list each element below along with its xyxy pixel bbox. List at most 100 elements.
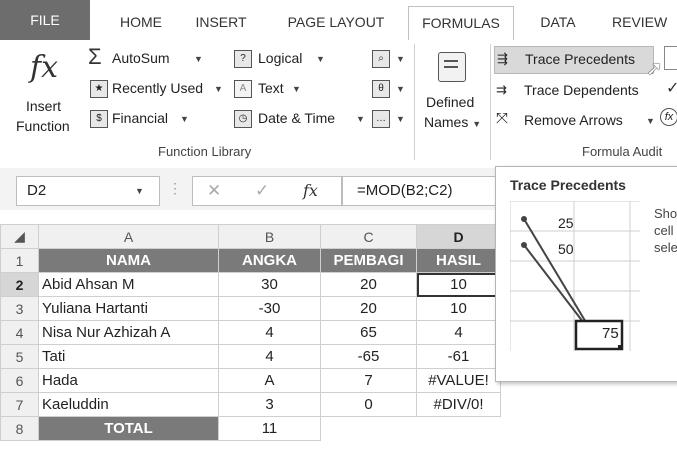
row-header[interactable]: 6 (0, 368, 39, 393)
text-button[interactable]: A Text ▼ (234, 78, 314, 100)
column-header-a[interactable]: A (38, 224, 219, 249)
insert-function-button[interactable]: fx Insert Function (6, 42, 82, 142)
recently-used-button[interactable]: ★ Recently Used ▼ (88, 78, 228, 100)
arrow-dot (521, 242, 527, 248)
cell-b5[interactable]: 4 (218, 344, 321, 369)
cell-d5[interactable]: -61 (416, 344, 501, 369)
math-trig-button[interactable]: θ ▼ (372, 78, 408, 100)
cell-a5[interactable]: Tati (38, 344, 219, 369)
table-row: 7 Kaeluddin 3 0 #DIV/0! (0, 392, 501, 417)
row-header[interactable]: 7 (0, 392, 39, 417)
cell-c2[interactable]: 20 (320, 272, 417, 297)
text-label: Text (258, 80, 284, 96)
group-separator (414, 44, 415, 160)
financial-label: Financial (112, 110, 169, 126)
cell-a3[interactable]: Yuliana Hartanti (38, 296, 219, 321)
cell-c7[interactable]: 0 (320, 392, 417, 417)
chevron-down-icon: ▼ (214, 84, 223, 94)
row-header[interactable]: 3 (0, 296, 39, 321)
cancel-icon[interactable]: ✕ (207, 181, 221, 201)
cell-d6[interactable]: #VALUE! (416, 368, 501, 393)
row-header[interactable]: 8 (0, 416, 39, 441)
cell-d2-selected[interactable]: 10 (416, 272, 501, 297)
cell-a1[interactable]: NAMA (38, 248, 219, 273)
cell-b3[interactable]: -30 (218, 296, 321, 321)
tab-page-layout[interactable]: PAGE LAYOUT (272, 10, 400, 40)
financial-button[interactable]: $ Financial ▼ (88, 108, 198, 130)
column-header-c[interactable]: C (320, 224, 417, 249)
autosum-button[interactable]: Σ AutoSum ▼ (88, 44, 218, 70)
enter-icon[interactable]: ✓ (255, 181, 269, 201)
cell-a6[interactable]: Hada (38, 368, 219, 393)
chevron-down-icon: ▼ (194, 54, 203, 64)
group-label-function-library: Function Library (158, 144, 252, 159)
logical-button[interactable]: ? Logical ▼ (234, 48, 334, 70)
table-row: 1 NAMA ANGKA PEMBAGI HASIL (0, 248, 501, 273)
column-header-d[interactable]: D (416, 224, 501, 249)
insert-function-icon[interactable]: fx (303, 181, 318, 200)
row-header[interactable]: 2 (0, 272, 39, 297)
tooltip-title: Trace Precedents (510, 177, 626, 193)
trace-precedents-button[interactable]: ⇶ Trace Precedents (494, 46, 654, 74)
cell-c4[interactable]: 65 (320, 320, 417, 345)
tab-formulas[interactable]: FORMULAS (408, 6, 514, 42)
cell-c3[interactable]: 20 (320, 296, 417, 321)
mouse-cursor-icon: ➚ (646, 58, 663, 80)
date-time-label: Date & Time (258, 110, 336, 126)
worksheet-grid: ◢ A B C D 1 NAMA ANGKA PEMBAGI HASIL 2 A… (0, 224, 501, 441)
date-time-button[interactable]: ◷ Date & Time ▼ (234, 108, 374, 130)
cell-d4[interactable]: 4 (416, 320, 501, 345)
table-row: 4 Nisa Nur Azhizah A 4 65 4 (0, 320, 501, 345)
cell-a8[interactable]: TOTAL (38, 416, 219, 441)
cell-d3[interactable]: 10 (416, 296, 501, 321)
table-row: 2 Abid Ahsan M 30 20 10 (0, 272, 501, 297)
name-tag-icon (438, 52, 466, 82)
cell-b2[interactable]: 30 (218, 272, 321, 297)
cell-b1[interactable]: ANGKA (218, 248, 321, 273)
cell-b6[interactable]: A (218, 368, 321, 393)
recently-used-label: Recently Used (112, 80, 204, 96)
tooltip-description: Sho cell sele (654, 206, 677, 255)
cell-a7[interactable]: Kaeluddin (38, 392, 219, 417)
error-checking-icon[interactable]: ✓ (666, 78, 677, 98)
row-header[interactable]: 5 (0, 344, 39, 369)
lookup-reference-button[interactable]: ⌕ ▼ (372, 48, 408, 70)
cell-b7[interactable]: 3 (218, 392, 321, 417)
tab-insert[interactable]: INSERT (184, 10, 258, 40)
show-formulas-icon[interactable] (664, 46, 677, 70)
cell-c1[interactable]: PEMBAGI (320, 248, 417, 273)
trace-precedents-label: Trace Precedents (525, 51, 635, 67)
name-box-value: D2 (27, 182, 47, 199)
defined-names-button[interactable]: Defined Names ▼ (420, 42, 486, 142)
text-book-icon: A (234, 80, 252, 98)
cell-b4[interactable]: 4 (218, 320, 321, 345)
tab-file[interactable]: FILE (0, 0, 90, 40)
cell-c5[interactable]: -65 (320, 344, 417, 369)
trace-dependents-button[interactable]: ⇉ Trace Dependents (494, 78, 654, 102)
chevron-down-icon: ▼ (396, 84, 405, 94)
cell-c6[interactable]: 7 (320, 368, 417, 393)
cell-b8[interactable]: 11 (218, 416, 321, 441)
remove-arrows-button[interactable]: ⤧ Remove Arrows ▼ fx (494, 108, 677, 132)
cell-d7[interactable]: #DIV/0! (416, 392, 501, 417)
tab-data[interactable]: DATA (528, 10, 588, 40)
chevron-down-icon: ▼ (292, 84, 301, 94)
select-all-corner[interactable]: ◢ (0, 224, 39, 249)
group-separator (490, 44, 491, 160)
cell-d1[interactable]: HASIL (416, 248, 501, 273)
cell-a4[interactable]: Nisa Nur Azhizah A (38, 320, 219, 345)
tab-review[interactable]: REVIEW (612, 10, 677, 40)
cell-d8 (417, 417, 501, 441)
column-header-b[interactable]: B (218, 224, 321, 249)
tab-home[interactable]: HOME (104, 10, 178, 40)
chevron-down-icon: ▼ (396, 54, 405, 64)
name-box[interactable]: D2 ▼ (16, 176, 160, 206)
cell-a2[interactable]: Abid Ahsan M (38, 272, 219, 297)
chevron-down-icon: ▼ (316, 54, 325, 64)
row-header[interactable]: 4 (0, 320, 39, 345)
lookup-book-icon: ⌕ (372, 50, 390, 68)
autosum-label: AutoSum (112, 50, 170, 66)
table-row: 5 Tati 4 -65 -61 (0, 344, 501, 369)
more-functions-button[interactable]: … ▼ (372, 108, 408, 130)
row-header[interactable]: 1 (0, 248, 39, 273)
